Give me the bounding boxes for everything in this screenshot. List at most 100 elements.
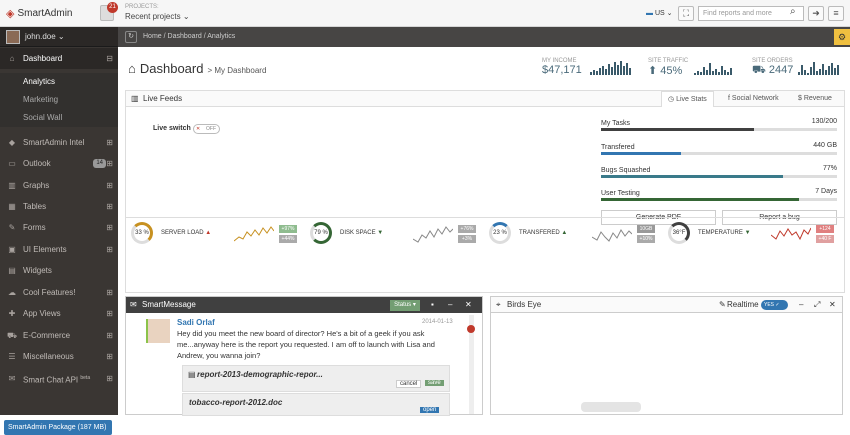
puzzle-icon: ✚ (8, 309, 16, 318)
package-badge[interactable]: SmartAdmin Package (187 MB) (4, 420, 112, 435)
toggle-icon[interactable]: ▪ (431, 297, 434, 313)
tab-revenue[interactable]: $ Revenue (798, 91, 832, 107)
user-panel[interactable]: john.doe ⌄ (0, 27, 118, 47)
bar-chart-icon: ▥ (131, 94, 139, 103)
sidebar-sub-social-wall[interactable]: Social Wall (0, 109, 118, 127)
sidebar-item-forms[interactable]: ✎ Forms ⊞ (0, 217, 118, 238)
expand-icon: ⊞ (106, 288, 113, 297)
cart-icon: ⛟ (6, 331, 18, 340)
crumb-dashboard[interactable]: Dashboard (168, 33, 202, 40)
expand-icon[interactable]: ⤢ (814, 297, 820, 313)
language-selector[interactable]: ▬ US ⌄ (646, 9, 673, 17)
expand-icon: ⊞ (106, 245, 113, 254)
close-icon: ✕ (196, 126, 201, 132)
save-button[interactable]: save (425, 380, 444, 386)
traffic-sparkline (694, 61, 732, 75)
arrow-up-circle-icon: ⬆ (648, 65, 658, 77)
main-content: ⌂ Dashboard > My Dashboard MY INCOME $47,1… (118, 47, 850, 416)
username[interactable]: john.doe ⌄ (25, 32, 65, 41)
sidebar-item-graphs[interactable]: ▥ Graphs ⊞ (0, 175, 118, 196)
server-load-sparkline (234, 226, 274, 242)
open-button[interactable]: open (420, 407, 440, 413)
projects-label: PROJECTS: (125, 4, 159, 10)
document-icon: ▤ (188, 370, 196, 379)
sidebar-item-smart-chat-api[interactable]: ✉ Smart Chat API beta ⊞ (0, 368, 118, 389)
tab-live-stats[interactable]: ◷ Live Stats (661, 91, 714, 107)
scroll-badge-icon (467, 325, 475, 333)
app-logo[interactable]: ◈ SmartAdmin (6, 7, 72, 20)
table-icon: ▦ (8, 202, 16, 211)
smartmessage-widget: ✉ SmartMessage Status ▾ ▪ – ✕ Sadi Orlaf… (125, 296, 483, 416)
sidebar-item-cool-features[interactable]: ☁ Cool Features! ⊞ (0, 282, 118, 303)
expand-icon: ⊞ (106, 202, 113, 211)
logout-icon[interactable]: ➜ (808, 6, 824, 21)
flag-icon: ▬ (646, 10, 653, 17)
live-feeds-header: ▥ Live Feeds ◷ Live Stats f Social Netwo… (126, 91, 844, 107)
message-author[interactable]: Sadi Orlaf (177, 318, 215, 327)
sidebar-item-app-views[interactable]: ✚ App Views ⊞ (0, 303, 118, 324)
task-my-tasks: My Tasks 130/200 (601, 118, 837, 131)
breadcrumb-ribbon: ↻ Home / Dashboard / Analytics ⚙ (118, 27, 850, 47)
sidebar-item-ui-elements[interactable]: ▣ UI Elements ⊞ (0, 239, 118, 260)
disk-space-sparkline (413, 226, 453, 243)
live-switch-toggle[interactable]: ✕ OFF (193, 124, 220, 134)
gauge-server-load: 33 % SERVER LOAD ▲ +97% +44% (126, 220, 305, 250)
menu-icon[interactable]: ≡ (828, 6, 844, 21)
sidebar-sub-analytics[interactable]: Analytics (0, 73, 118, 91)
task-bugs-squashed: Bugs Squashed 77% (601, 165, 837, 178)
home-icon: ⌂ (9, 54, 15, 63)
widget-icon: ▤ (8, 266, 16, 275)
income-sparkline (590, 61, 631, 75)
avatar (6, 30, 20, 44)
page-title: ⌂ Dashboard > My Dashboard (128, 61, 267, 76)
realtime-toggle[interactable]: YES ✓ (761, 300, 788, 310)
pencil-icon: ✎ (719, 300, 726, 309)
sidebar-item-e-commerce[interactable]: ⛟ E-Commerce ⊞ (0, 325, 118, 346)
temperature-sparkline (771, 227, 811, 241)
attachment-card-2: tobacco-report-2012.doc open (182, 393, 450, 416)
fullscreen-icon[interactable]: ⛶ (678, 6, 694, 21)
collapse-icon: ⊟ (106, 54, 113, 63)
chat-icon: ✉ (8, 374, 16, 383)
sidebar-item-dashboard[interactable]: ⌂ Dashboard ⊟ (0, 48, 118, 69)
minimize-icon[interactable]: – (448, 297, 452, 313)
minimize-icon[interactable]: – (799, 297, 803, 313)
sidebar-item-smartadmin-intel[interactable]: ◆ SmartAdmin Intel ⊞ (0, 132, 118, 153)
sidebar-sub-marketing[interactable]: Marketing (0, 91, 118, 109)
task-user-testing: User Testing 7 Days (601, 188, 837, 201)
message-avatar (146, 319, 170, 343)
inbox-icon: ▭ (8, 159, 16, 168)
sidebar-item-widgets[interactable]: ▤ Widgets (0, 260, 118, 281)
dollar-icon: $ (798, 95, 802, 102)
bar-chart-icon: ▥ (8, 181, 16, 190)
stat-traffic: SITE TRAFFIC ⬆ 45% (648, 58, 689, 77)
map-marker-icon: ⌖ (496, 300, 501, 309)
cloud-icon: ☁ (8, 288, 16, 297)
sidebar: john.doe ⌄ ⌂ Dashboard ⊟ Analytics Marketi… (0, 27, 118, 435)
top-header: ◈ SmartAdmin 21 PROJECTS: Recent project… (0, 0, 850, 27)
sidebar-item-miscellaneous[interactable]: ☰ Miscellaneous ⊞ (0, 346, 118, 367)
sidebar-item-outlook[interactable]: ▭ Outlook 14 ⊞ (0, 153, 118, 174)
chevron-down-icon: ⌄ (666, 10, 673, 17)
map-area[interactable] (491, 314, 842, 414)
search-icon[interactable]: ⌕ (790, 6, 796, 17)
tab-social-network[interactable]: f Social Network (728, 91, 779, 107)
attachment-card: ▤ report-2013-demographic-repor... cance… (182, 365, 450, 392)
sidebar-item-tables[interactable]: ▦ Tables ⊞ (0, 196, 118, 217)
map-land (581, 402, 641, 412)
status-dropdown[interactable]: Status ▾ (390, 300, 420, 311)
projects-dropdown[interactable]: Recent projects ⌄ (125, 12, 190, 21)
desktop-icon: ▣ (8, 245, 16, 254)
close-icon[interactable]: ✕ (829, 297, 836, 313)
crumb-home[interactable]: Home (143, 33, 162, 40)
cart-icon: ⛟ (752, 64, 766, 76)
orders-sparkline (798, 61, 839, 75)
close-icon[interactable]: ✕ (465, 297, 472, 313)
settings-toggle-icon[interactable]: ⚙ (834, 29, 850, 45)
expand-icon: ⊞ (106, 181, 113, 190)
refresh-icon[interactable]: ↻ (125, 31, 137, 43)
home-icon: ⌂ (128, 61, 136, 76)
live-switch-label: Live switch (153, 125, 191, 132)
search-input[interactable]: Find reports and more (698, 6, 804, 21)
cancel-button[interactable]: cancel (396, 380, 422, 388)
